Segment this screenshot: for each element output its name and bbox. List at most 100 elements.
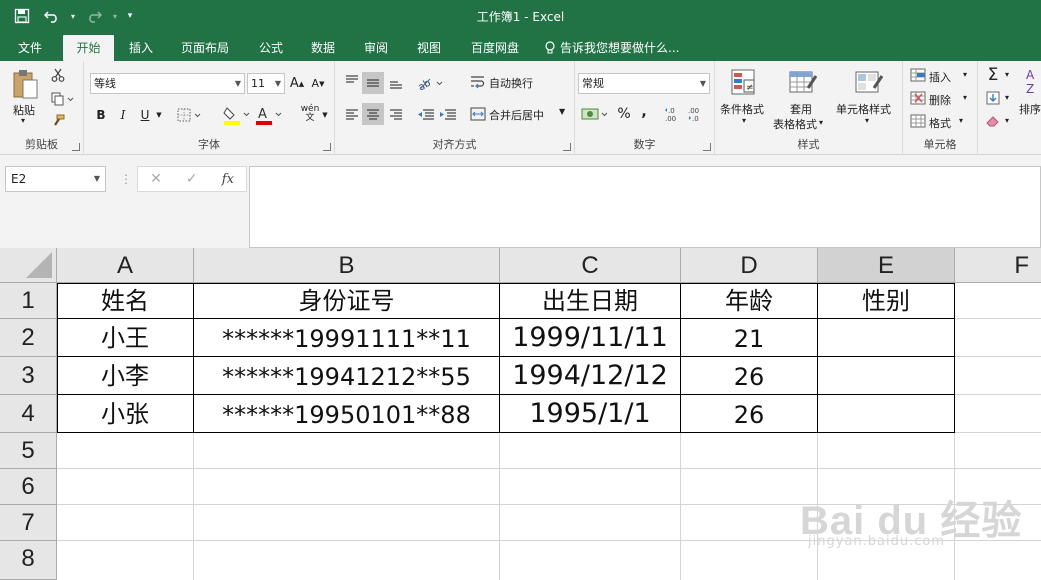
- sort-filter-label[interactable]: 排序: [1019, 101, 1041, 117]
- formula-input[interactable]: [249, 166, 1041, 248]
- conditional-formatting-label[interactable]: 条件格式: [720, 101, 764, 117]
- alignment-launcher-icon[interactable]: [563, 143, 571, 151]
- tab-page-layout[interactable]: 页面布局: [172, 35, 238, 61]
- cell-f5[interactable]: [955, 433, 1041, 469]
- delete-cells-label[interactable]: 删除: [929, 92, 951, 108]
- insert-dropdown-icon[interactable]: ▾: [963, 70, 967, 79]
- orientation-icon[interactable]: ab: [415, 72, 445, 94]
- clear-dropdown-icon[interactable]: ▾: [1005, 116, 1009, 125]
- column-header-c[interactable]: C: [500, 248, 681, 283]
- decrease-decimal-icon[interactable]: .00.0: [686, 103, 708, 125]
- cell-e4[interactable]: [818, 395, 955, 433]
- enter-entry-icon[interactable]: ✓: [186, 171, 198, 187]
- underline-button[interactable]: U: [136, 105, 154, 125]
- font-color-icon[interactable]: A: [254, 105, 284, 125]
- column-header-f[interactable]: F: [955, 248, 1041, 283]
- row-header-7[interactable]: 7: [0, 505, 57, 541]
- fill-color-icon[interactable]: [222, 105, 252, 125]
- merge-center-icon[interactable]: [469, 104, 487, 124]
- cell-e5[interactable]: [818, 433, 955, 469]
- cell-b2[interactable]: ******19991111**11: [194, 319, 500, 357]
- font-size-select[interactable]: 11 ▼: [247, 73, 285, 94]
- cell-c3[interactable]: 1994/12/12: [500, 357, 681, 395]
- cell-a1[interactable]: 姓名: [57, 283, 194, 319]
- cell-d3[interactable]: 26: [681, 357, 818, 395]
- cell-a5[interactable]: [57, 433, 194, 469]
- cell-e6[interactable]: [818, 469, 955, 505]
- row-header-8[interactable]: 8: [0, 541, 57, 580]
- clear-icon[interactable]: [984, 112, 1002, 130]
- format-dropdown-icon[interactable]: ▾: [959, 116, 963, 125]
- accounting-format-icon[interactable]: [580, 103, 612, 125]
- format-painter-icon[interactable]: [50, 113, 66, 129]
- name-box[interactable]: E2 ▼: [5, 166, 106, 192]
- format-cells-label[interactable]: 格式: [929, 115, 951, 131]
- insert-cells-icon[interactable]: [909, 67, 927, 83]
- cell-c8[interactable]: [500, 541, 681, 580]
- number-launcher-icon[interactable]: [703, 143, 711, 151]
- italic-button[interactable]: I: [114, 105, 132, 125]
- phonetic-guide-button[interactable]: wén 文: [298, 103, 322, 125]
- table-format-dropdown-icon[interactable]: ▾: [819, 118, 823, 127]
- cell-a3[interactable]: 小李: [57, 357, 194, 395]
- row-header-3[interactable]: 3: [0, 357, 57, 395]
- cell-b1[interactable]: 身份证号: [194, 283, 500, 319]
- column-header-d[interactable]: D: [681, 248, 818, 283]
- comma-style-button[interactable]: ,: [637, 101, 651, 123]
- cell-b6[interactable]: [194, 469, 500, 505]
- cell-e1[interactable]: 性别: [818, 283, 955, 319]
- cell-f7[interactable]: [955, 505, 1041, 541]
- cut-icon[interactable]: [50, 67, 66, 83]
- tab-baidu-netdisk[interactable]: 百度网盘: [462, 35, 528, 61]
- delete-dropdown-icon[interactable]: ▾: [963, 93, 967, 102]
- insert-cells-label[interactable]: 插入: [929, 69, 951, 85]
- tab-formulas[interactable]: 公式: [250, 35, 292, 61]
- cell-a7[interactable]: [57, 505, 194, 541]
- row-header-1[interactable]: 1: [0, 283, 57, 319]
- cell-d8[interactable]: [681, 541, 818, 580]
- number-format-select[interactable]: 常规 ▼: [578, 73, 710, 94]
- underline-dropdown-icon[interactable]: ▼: [154, 105, 164, 125]
- wrap-text-icon[interactable]: [469, 72, 487, 92]
- tab-home[interactable]: 开始: [63, 35, 114, 61]
- bold-button[interactable]: B: [92, 105, 110, 125]
- align-left-icon[interactable]: [343, 103, 361, 125]
- font-launcher-icon[interactable]: [323, 143, 331, 151]
- conditional-dropdown-icon[interactable]: ▾: [742, 116, 746, 125]
- merge-center-label[interactable]: 合并后居中: [489, 107, 544, 123]
- cell-e3[interactable]: [818, 357, 955, 395]
- cell-d2[interactable]: 21: [681, 319, 818, 357]
- tell-me-search[interactable]: 告诉我您想要做什么...: [544, 35, 694, 61]
- cell-a2[interactable]: 小王: [57, 319, 194, 357]
- format-as-table-icon[interactable]: [787, 67, 819, 97]
- row-header-2[interactable]: 2: [0, 319, 57, 357]
- paste-icon[interactable]: [10, 67, 40, 101]
- cell-b7[interactable]: [194, 505, 500, 541]
- cell-f1[interactable]: [955, 283, 1041, 319]
- column-header-a[interactable]: A: [57, 248, 194, 283]
- cell-f2[interactable]: [955, 319, 1041, 357]
- paste-dropdown-icon[interactable]: ▾: [21, 116, 25, 125]
- format-as-table-label-1[interactable]: 套用: [790, 101, 812, 117]
- borders-icon[interactable]: [176, 107, 204, 123]
- increase-indent-icon[interactable]: [437, 103, 459, 125]
- decrease-indent-icon[interactable]: [415, 103, 437, 125]
- cell-f3[interactable]: [955, 357, 1041, 395]
- fill-dropdown-icon[interactable]: ▾: [1005, 93, 1009, 102]
- percent-style-button[interactable]: %: [615, 103, 633, 125]
- tab-review[interactable]: 审阅: [355, 35, 397, 61]
- autosum-icon[interactable]: Σ: [984, 65, 1002, 85]
- clipboard-launcher-icon[interactable]: [72, 143, 80, 151]
- cell-f8[interactable]: [955, 541, 1041, 580]
- decrease-font-button[interactable]: A ▼: [310, 73, 326, 94]
- align-middle-icon[interactable]: [362, 72, 384, 94]
- tab-file[interactable]: 文件: [8, 35, 52, 61]
- select-all-button[interactable]: [0, 248, 57, 283]
- cell-styles-dropdown-icon[interactable]: ▾: [865, 116, 869, 125]
- row-header-6[interactable]: 6: [0, 469, 57, 505]
- cell-a8[interactable]: [57, 541, 194, 580]
- cell-d1[interactable]: 年龄: [681, 283, 818, 319]
- cell-c4[interactable]: 1995/1/1: [500, 395, 681, 433]
- cell-styles-label[interactable]: 单元格样式: [836, 101, 891, 117]
- cell-e8[interactable]: [818, 541, 955, 580]
